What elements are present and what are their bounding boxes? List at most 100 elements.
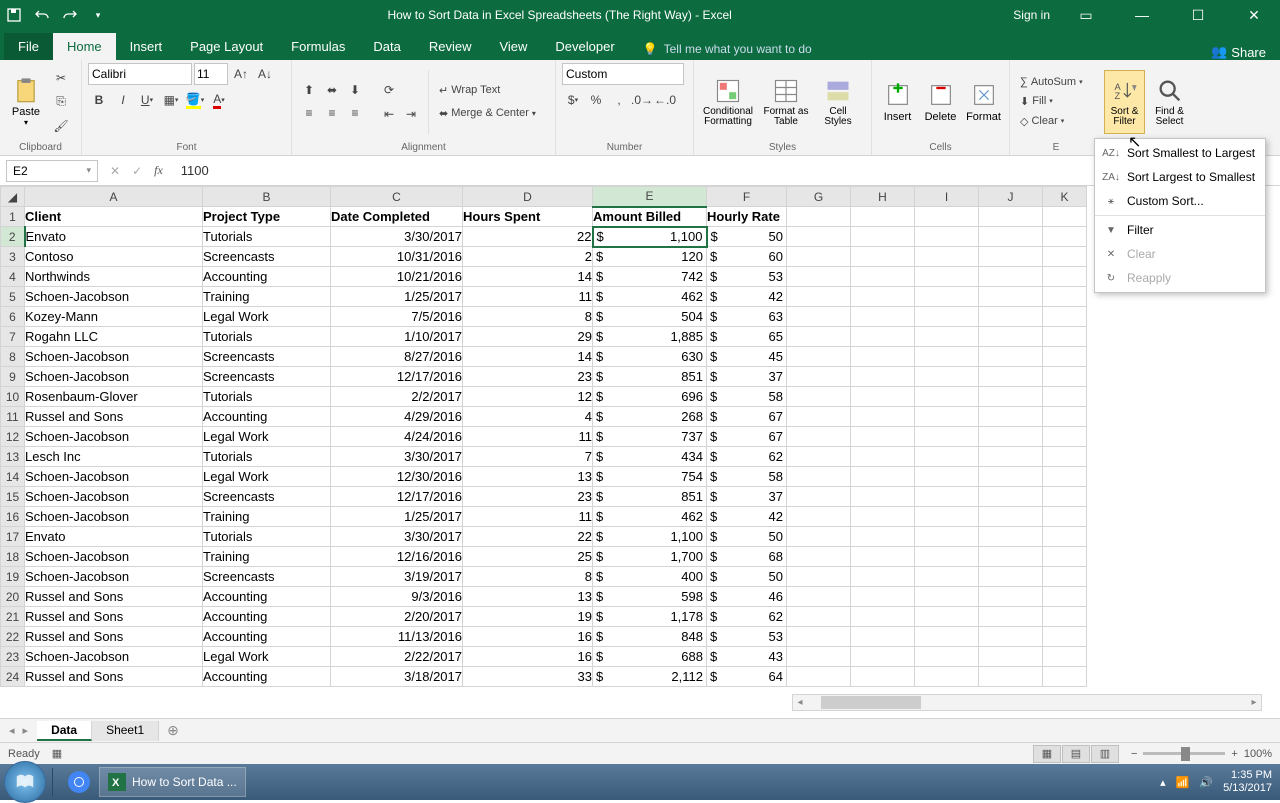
font-size-select[interactable]	[194, 63, 228, 85]
table-cell[interactable]: 19	[463, 607, 593, 627]
table-cell[interactable]: Schoen-Jacobson	[25, 367, 203, 387]
paste-button[interactable]: Paste▾	[6, 70, 46, 134]
zoom-in-button[interactable]: +	[1231, 748, 1237, 760]
col-head-C[interactable]: C	[331, 187, 463, 207]
table-cell[interactable]: $60	[707, 247, 787, 267]
table-cell[interactable]: $400	[593, 567, 707, 587]
row-head-12[interactable]: 12	[1, 427, 25, 447]
menu-filter[interactable]: ▼Filter	[1095, 218, 1265, 242]
row-head-20[interactable]: 20	[1, 587, 25, 607]
table-cell[interactable]: $42	[707, 507, 787, 527]
currency-icon[interactable]: $▾	[562, 89, 584, 111]
table-cell[interactable]: $50	[707, 527, 787, 547]
table-cell[interactable]: Legal Work	[203, 307, 331, 327]
table-cell[interactable]: Legal Work	[203, 427, 331, 447]
table-cell[interactable]: 23	[463, 487, 593, 507]
horizontal-scrollbar[interactable]: ◂▸	[792, 694, 1262, 711]
table-cell[interactable]: $62	[707, 607, 787, 627]
italic-button[interactable]: I	[112, 89, 134, 111]
row-head-3[interactable]: 3	[1, 247, 25, 267]
table-cell[interactable]: $68	[707, 547, 787, 567]
table-cell[interactable]: $754	[593, 467, 707, 487]
col-head-B[interactable]: B	[203, 187, 331, 207]
table-cell[interactable]: 3/19/2017	[331, 567, 463, 587]
table-cell[interactable]: Training	[203, 287, 331, 307]
percent-icon[interactable]: %	[585, 89, 607, 111]
table-cell[interactable]: Accounting	[203, 607, 331, 627]
tab-insert[interactable]: Insert	[116, 33, 177, 60]
table-cell[interactable]: 10/31/2016	[331, 247, 463, 267]
table-cell[interactable]: $688	[593, 647, 707, 667]
table-cell[interactable]: 11/13/2016	[331, 627, 463, 647]
header-cell[interactable]: Client	[25, 207, 203, 227]
table-cell[interactable]: $62	[707, 447, 787, 467]
table-cell[interactable]: Training	[203, 507, 331, 527]
table-cell[interactable]: $46	[707, 587, 787, 607]
table-cell[interactable]: Schoen-Jacobson	[25, 507, 203, 527]
table-cell[interactable]: 2	[463, 247, 593, 267]
table-cell[interactable]: Rogahn LLC	[25, 327, 203, 347]
table-cell[interactable]: 4	[463, 407, 593, 427]
table-cell[interactable]: 12/17/2016	[331, 367, 463, 387]
tray-network-icon[interactable]: 📶	[1176, 776, 1190, 789]
row-head-9[interactable]: 9	[1, 367, 25, 387]
table-cell[interactable]: Screencasts	[203, 487, 331, 507]
table-cell[interactable]: 12/17/2016	[331, 487, 463, 507]
table-cell[interactable]: 13	[463, 587, 593, 607]
wrap-text-button[interactable]: ↵Wrap Text	[435, 82, 540, 99]
table-cell[interactable]: $851	[593, 367, 707, 387]
table-cell[interactable]: $504	[593, 307, 707, 327]
table-cell[interactable]: $462	[593, 287, 707, 307]
font-name-select[interactable]	[88, 63, 192, 85]
table-cell[interactable]: Legal Work	[203, 467, 331, 487]
tab-data[interactable]: Data	[359, 33, 414, 60]
share-button[interactable]: 👥 Share	[1211, 44, 1266, 60]
table-cell[interactable]: Russel and Sons	[25, 587, 203, 607]
table-cell[interactable]: 12	[463, 387, 593, 407]
table-cell[interactable]: 2/2/2017	[331, 387, 463, 407]
table-cell[interactable]: Accounting	[203, 407, 331, 427]
copy-button[interactable]: ⎘	[50, 91, 72, 113]
table-cell[interactable]: $1,178	[593, 607, 707, 627]
col-head-H[interactable]: H	[851, 187, 915, 207]
decrease-font-icon[interactable]: A↓	[254, 63, 276, 85]
table-cell[interactable]: $63	[707, 307, 787, 327]
row-head-16[interactable]: 16	[1, 507, 25, 527]
header-cell[interactable]: Amount Billed	[593, 207, 707, 227]
table-cell[interactable]: Screencasts	[203, 347, 331, 367]
col-head-K[interactable]: K	[1043, 187, 1087, 207]
fx-icon[interactable]: fx	[154, 163, 163, 178]
tab-view[interactable]: View	[485, 33, 541, 60]
table-cell[interactable]: Tutorials	[203, 327, 331, 347]
header-cell[interactable]: Date Completed	[331, 207, 463, 227]
table-cell[interactable]: 11	[463, 427, 593, 447]
table-cell[interactable]: $42	[707, 287, 787, 307]
tab-developer[interactable]: Developer	[541, 33, 628, 60]
add-sheet-button[interactable]: ⊕	[159, 722, 187, 739]
cell-styles-button[interactable]: Cell Styles	[816, 70, 860, 134]
bold-button[interactable]: B	[88, 89, 110, 111]
table-cell[interactable]: Schoen-Jacobson	[25, 287, 203, 307]
table-cell[interactable]: 22	[463, 527, 593, 547]
decrease-decimal-icon[interactable]: ←.0	[654, 89, 676, 111]
increase-indent-icon[interactable]: ⇥	[400, 103, 422, 125]
increase-font-icon[interactable]: A↑	[230, 63, 252, 85]
table-cell[interactable]: Accounting	[203, 627, 331, 647]
table-cell[interactable]: 1/25/2017	[331, 507, 463, 527]
table-cell[interactable]: 8	[463, 307, 593, 327]
table-cell[interactable]: Schoen-Jacobson	[25, 647, 203, 667]
table-cell[interactable]: $598	[593, 587, 707, 607]
table-cell[interactable]: Rosenbaum-Glover	[25, 387, 203, 407]
menu-custom-sort-[interactable]: ⚹Custom Sort...	[1095, 189, 1265, 213]
table-cell[interactable]: 2/20/2017	[331, 607, 463, 627]
name-box[interactable]: E2▾	[6, 160, 98, 182]
fill-color-button[interactable]: 🪣▾	[184, 89, 206, 111]
col-head-J[interactable]: J	[979, 187, 1043, 207]
find-select-button[interactable]: Find & Select	[1149, 70, 1190, 134]
table-cell[interactable]: Tutorials	[203, 227, 331, 247]
zoom-out-button[interactable]: −	[1131, 748, 1137, 760]
col-head-E[interactable]: E	[593, 187, 707, 207]
table-cell[interactable]: Russel and Sons	[25, 667, 203, 687]
row-head-1[interactable]: 1	[1, 207, 25, 227]
select-all-corner[interactable]: ◢	[1, 187, 25, 207]
